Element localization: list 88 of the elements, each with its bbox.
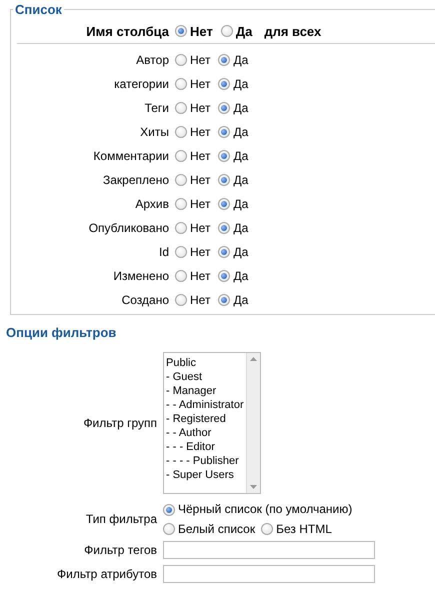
list-option[interactable]: - Manager	[166, 384, 244, 398]
scroll-down-icon[interactable]	[250, 485, 257, 489]
radio-option[interactable]: Да	[218, 197, 248, 211]
radio-button[interactable]	[218, 54, 230, 66]
radio-option[interactable]: Нет	[175, 245, 210, 259]
list-option[interactable]: - - - Editor	[166, 440, 244, 454]
radio-option[interactable]: Да	[218, 221, 248, 235]
radio-option[interactable]: Да	[218, 269, 248, 283]
radio-button[interactable]	[175, 150, 187, 162]
radio-option[interactable]: Нет	[175, 24, 213, 38]
radio-option[interactable]: Да	[218, 101, 248, 115]
radio-button[interactable]	[218, 270, 230, 282]
group-listbox[interactable]: Public - Guest - Manager - - Administrator - Registered - - Author - - - Editor - - - - Publisher - Super Users	[163, 352, 261, 494]
radio-option[interactable]: Нет	[175, 197, 210, 211]
radio-button[interactable]	[175, 174, 187, 186]
field-label: категории	[113, 77, 170, 91]
list-option[interactable]: - - Administrator	[166, 398, 244, 412]
field-label: Опубликовано	[88, 221, 170, 235]
scrollbar[interactable]	[246, 353, 260, 493]
radio-button[interactable]	[175, 294, 187, 306]
radio-button[interactable]	[175, 246, 187, 258]
section-title: Опции фильтров	[6, 325, 118, 340]
field-note: для всех	[264, 24, 322, 38]
field-label: Тип фильтра	[84, 512, 158, 526]
radio-option[interactable]: Да	[218, 125, 248, 139]
radio-button[interactable]	[218, 150, 230, 162]
radio-button[interactable]	[175, 25, 187, 37]
radio-option[interactable]: Нет	[175, 269, 210, 283]
radio-option[interactable]: Белый список	[163, 520, 256, 539]
radio-button[interactable]	[175, 198, 187, 210]
radio-option[interactable]: Да	[218, 53, 248, 67]
list-option[interactable]: - Registered	[166, 412, 244, 426]
attribute-filter-field[interactable]	[163, 564, 375, 583]
radio-button[interactable]	[218, 126, 230, 138]
field-label: Фильтр тегов	[83, 542, 158, 557]
field-label: Фильтр атрибутов	[56, 566, 158, 581]
list-option[interactable]: - - Author	[166, 426, 244, 440]
radio-button[interactable]	[175, 270, 187, 282]
radio-option[interactable]: Без HTML	[261, 520, 332, 539]
field-label: Хиты	[139, 125, 170, 139]
field-label: Комментарии	[92, 149, 170, 163]
radio-option[interactable]: Да	[218, 77, 248, 91]
field-label: Фильтр групп	[82, 416, 158, 430]
radio-option[interactable]: Да	[218, 293, 248, 307]
radio-option[interactable]: Да	[218, 149, 248, 163]
field-label: Закреплено	[102, 173, 170, 187]
radio-button[interactable]	[261, 523, 274, 536]
field-label: Теги	[144, 101, 170, 115]
radio-option[interactable]: Чёрный список (по умолчанию)	[163, 500, 352, 520]
list-option[interactable]: Public	[166, 356, 244, 370]
radio-option[interactable]: Нет	[175, 77, 210, 91]
radio-option[interactable]: Нет	[175, 101, 210, 115]
radio-option[interactable]: Да	[218, 245, 248, 259]
field-label: Id	[158, 245, 170, 259]
radio-button[interactable]	[218, 294, 230, 306]
radio-button[interactable]	[218, 102, 230, 114]
radio-button[interactable]	[175, 78, 187, 90]
radio-option[interactable]: Да	[218, 173, 248, 187]
tag-filter-field[interactable]	[163, 540, 375, 559]
radio-button[interactable]	[175, 222, 187, 234]
panel-legend: Список	[13, 2, 64, 17]
radio-option[interactable]: Нет	[175, 53, 210, 67]
list-option[interactable]: - - - - Publisher	[166, 454, 244, 468]
radio-button[interactable]	[218, 198, 230, 210]
radio-option[interactable]: Нет	[175, 173, 210, 187]
field-label: Имя столбца	[85, 24, 170, 38]
radio-button[interactable]	[175, 102, 187, 114]
radio-button[interactable]	[175, 126, 187, 138]
radio-button[interactable]	[218, 222, 230, 234]
field-label: Архив	[134, 197, 170, 211]
radio-option[interactable]: Да	[220, 24, 252, 38]
radio-option[interactable]: Нет	[175, 149, 210, 163]
list-option[interactable]: - Guest	[166, 370, 244, 384]
radio-option[interactable]: Нет	[175, 221, 210, 235]
radio-option[interactable]: Нет	[175, 293, 210, 307]
field-label: Автор	[135, 53, 170, 67]
radio-button[interactable]	[218, 246, 230, 258]
radio-button[interactable]	[218, 78, 230, 90]
list-option[interactable]: - Super Users	[166, 468, 244, 482]
radio-button[interactable]	[163, 523, 175, 536]
radio-button[interactable]	[220, 25, 233, 37]
radio-button[interactable]	[175, 54, 187, 66]
field-label: Изменено	[112, 269, 170, 283]
radio-button[interactable]	[218, 174, 230, 186]
radio-option[interactable]: Нет	[175, 125, 210, 139]
field-label: Создано	[120, 293, 170, 307]
scroll-up-icon[interactable]	[250, 357, 257, 361]
radio-button[interactable]	[163, 504, 175, 516]
